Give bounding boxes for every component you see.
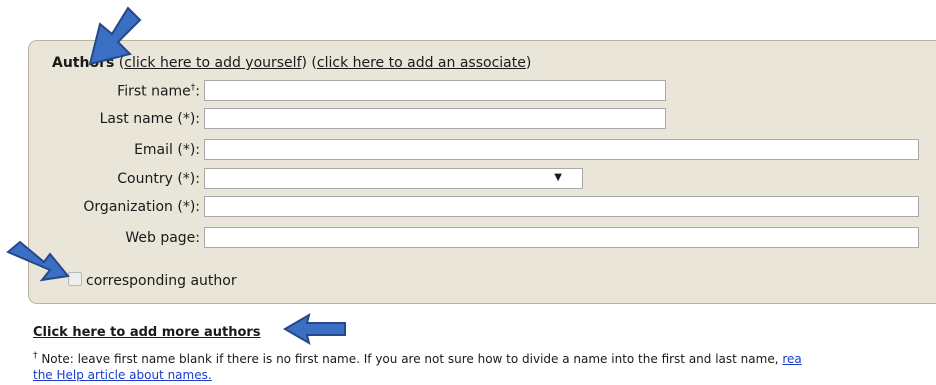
last-name-label: Last name (*):	[99, 111, 200, 127]
country-select[interactable]: ▼	[204, 168, 583, 189]
organization-label: Organization (*):	[83, 199, 200, 215]
paren: )	[525, 55, 532, 71]
email-input[interactable]	[204, 139, 919, 160]
email-label: Email (*):	[134, 142, 200, 158]
help-link-part2[interactable]: the Help article about names.	[33, 368, 212, 382]
first-name-label: First name†:	[117, 83, 200, 100]
country-row: Country (*): ▼	[0, 168, 936, 192]
paren: )	[301, 55, 307, 71]
web-page-row: Web page:	[0, 227, 936, 251]
web-page-input[interactable]	[204, 227, 919, 248]
corresponding-author-label: corresponding author	[86, 273, 237, 289]
organization-row: Organization (*):	[0, 196, 936, 220]
email-row: Email (*):	[0, 139, 936, 163]
add-more-authors-link[interactable]: Click here to add more authors	[33, 325, 261, 340]
corresponding-author-option[interactable]: corresponding author	[68, 272, 237, 289]
add-associate-link[interactable]: click here to add an associate	[317, 55, 526, 71]
annotation-arrow-icon	[88, 6, 142, 66]
web-page-label: Web page:	[125, 230, 200, 246]
annotation-arrow-icon	[283, 312, 346, 346]
first-name-note: † Note: leave first name blank if there …	[33, 348, 936, 383]
organization-input[interactable]	[204, 196, 919, 217]
note-text: Note: leave first name blank if there is…	[37, 352, 783, 366]
first-name-input[interactable]	[204, 80, 666, 101]
chevron-down-icon: ▼	[554, 172, 562, 183]
annotation-arrow-icon	[6, 240, 70, 282]
last-name-input[interactable]	[204, 108, 666, 129]
country-label: Country (*):	[117, 171, 200, 187]
last-name-row: Last name (*):	[0, 108, 936, 132]
help-link-part1[interactable]: rea	[782, 352, 801, 366]
